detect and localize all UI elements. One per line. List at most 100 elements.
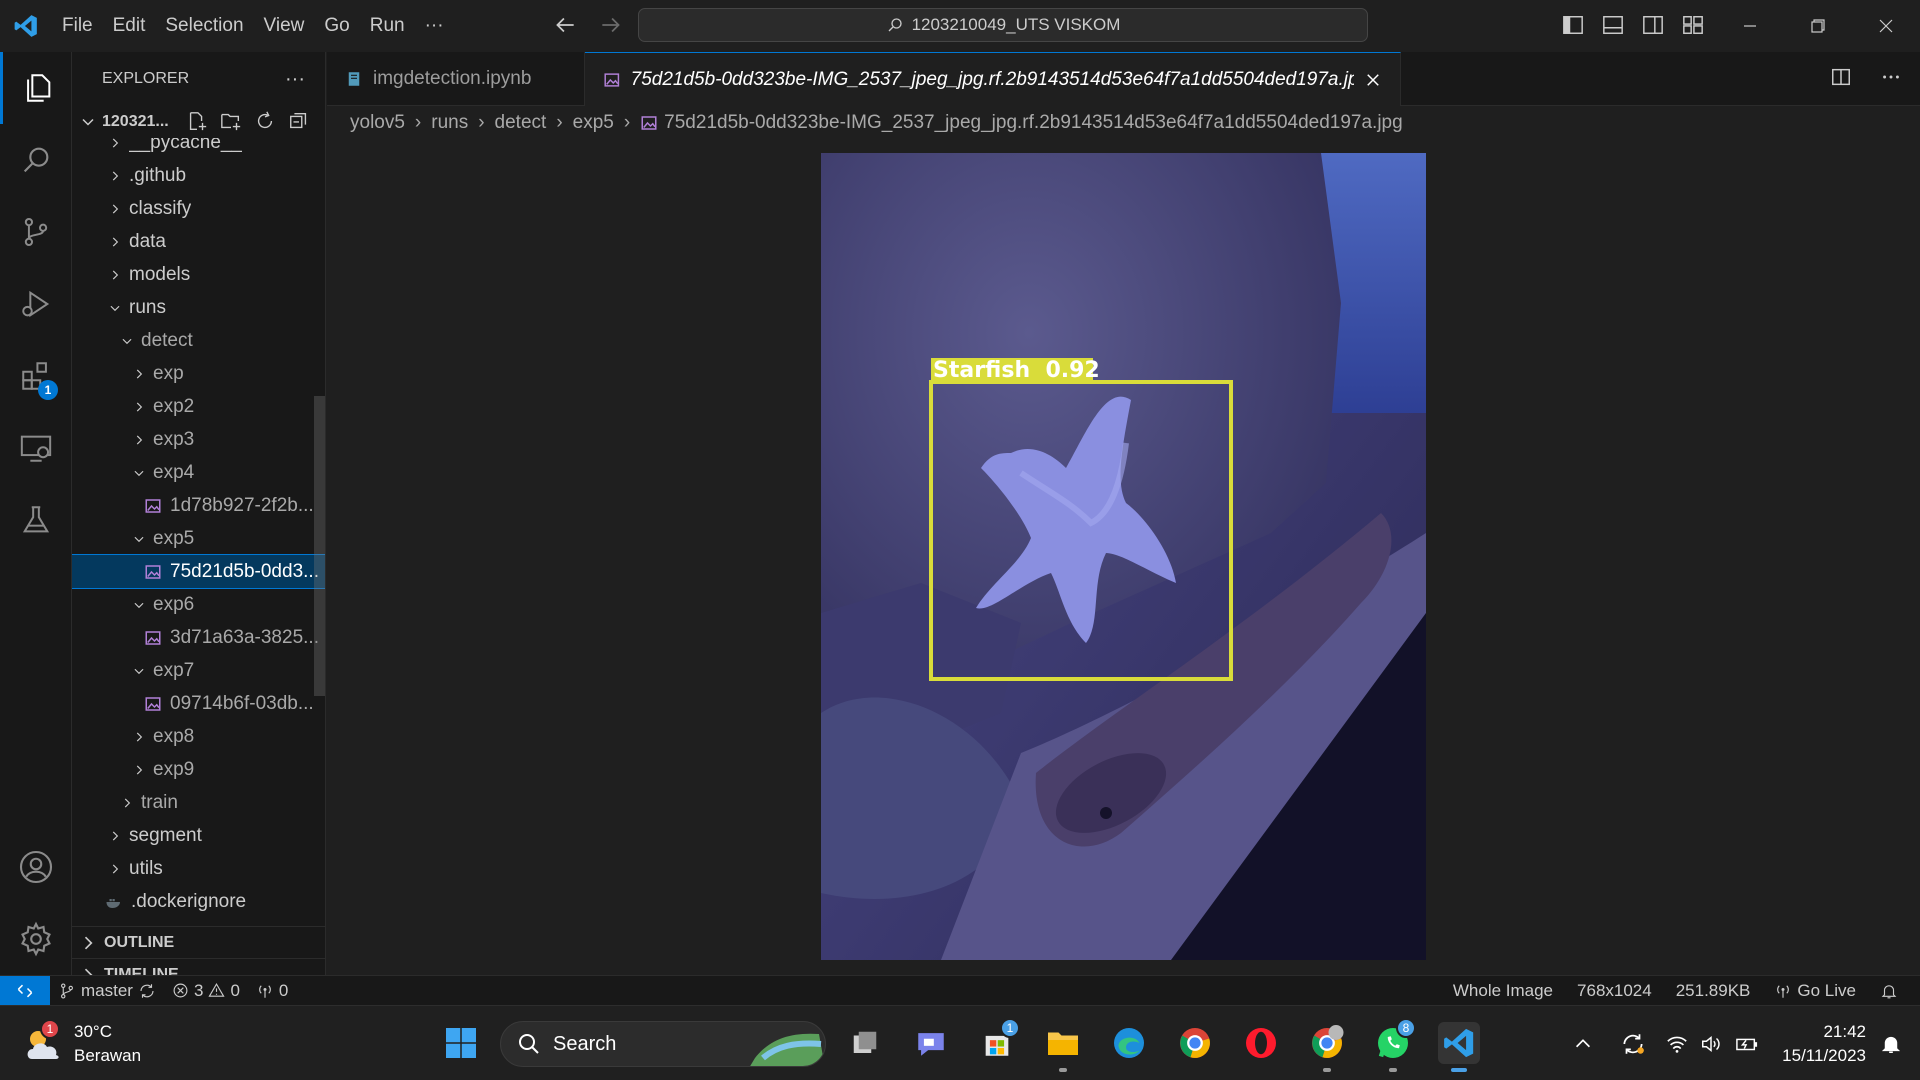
menu-more[interactable]: ···	[415, 0, 454, 52]
breadcrumb-item[interactable]: 75d21d5b-0dd323be-IMG_2537_jpeg_jpg.rf.2…	[664, 112, 1403, 134]
tree-item-detect[interactable]: detect	[72, 324, 325, 357]
ports-status[interactable]: 0	[248, 981, 296, 1001]
refresh-icon[interactable]	[254, 110, 276, 132]
search-icon	[23, 147, 49, 173]
tree-item-github[interactable]: .github	[72, 159, 325, 192]
toggle-secondary-sidebar-icon[interactable]	[1642, 14, 1664, 36]
minimize-button[interactable]	[1716, 0, 1784, 52]
tree-item-image-file-selected[interactable]: 75d21d5b-0dd3...	[72, 554, 325, 589]
file-explorer-button[interactable]	[1042, 1022, 1084, 1072]
toggle-primary-sidebar-icon[interactable]	[1562, 14, 1584, 36]
weather-widget[interactable]: 1 30°C Berawan	[22, 1019, 141, 1068]
tree-item-runs[interactable]: runs	[72, 291, 325, 324]
tree-item-exp9[interactable]: exp9	[72, 753, 325, 786]
breadcrumb-item[interactable]: exp5	[573, 112, 614, 134]
taskbar-search[interactable]: Search	[500, 1021, 826, 1067]
chevron-up-icon[interactable]	[1572, 1033, 1594, 1055]
tree-item-train[interactable]: train	[72, 786, 325, 819]
more-actions-icon[interactable]	[1880, 66, 1902, 88]
task-view-button[interactable]	[844, 1022, 886, 1064]
microsoft-store-button[interactable]: 1	[976, 1018, 1020, 1064]
tab-image-file[interactable]: 75d21d5b-0dd323be-IMG_2537_jpeg_jpg.rf.2…	[585, 52, 1401, 106]
tree-item-exp8[interactable]: exp8	[72, 720, 325, 753]
zoom-status[interactable]: Whole Image	[1441, 981, 1565, 1001]
breadcrumb-item[interactable]: yolov5	[350, 112, 405, 134]
tree-item-exp6[interactable]: exp6	[72, 588, 325, 621]
forward-arrow-icon[interactable]	[598, 12, 624, 38]
tree-item-exp4[interactable]: exp4	[72, 456, 325, 489]
tree-item-dockerignore[interactable]: .dockerignore	[72, 885, 325, 918]
tree-item-utils[interactable]: utils	[72, 852, 325, 885]
sidebar-scrollbar[interactable]	[314, 396, 325, 696]
activity-search[interactable]	[0, 124, 72, 196]
notifications-button[interactable]	[1868, 982, 1910, 1000]
activity-explorer[interactable]	[0, 52, 72, 124]
menu-go[interactable]: Go	[314, 0, 359, 52]
clock[interactable]: 21:42 15/11/2023	[1782, 1020, 1880, 1068]
new-file-icon[interactable]	[186, 110, 208, 132]
tree-item-image-file[interactable]: 09714b6f-03db...	[72, 687, 325, 720]
new-folder-icon[interactable]	[220, 110, 242, 132]
image-preview[interactable]: Starfish 0.92	[821, 153, 1426, 960]
menu-view[interactable]: View	[254, 0, 315, 52]
outline-section[interactable]: OUTLINE	[72, 926, 325, 958]
tree-item-exp5[interactable]: exp5	[72, 522, 325, 555]
toggle-panel-icon[interactable]	[1602, 14, 1624, 36]
activity-accounts[interactable]	[0, 831, 72, 903]
problems-status[interactable]: 3 0	[164, 981, 248, 1001]
chrome-browser-button[interactable]	[1174, 1022, 1216, 1064]
customize-layout-icon[interactable]	[1682, 14, 1704, 36]
activity-source-control[interactable]	[0, 196, 72, 268]
close-icon[interactable]	[1364, 71, 1382, 89]
chrome-profile-button[interactable]	[1306, 1022, 1348, 1072]
remote-indicator[interactable]	[0, 975, 50, 1006]
activity-manage[interactable]	[0, 903, 72, 975]
sync-tray-icon[interactable]	[1620, 1031, 1646, 1057]
tree-item-models[interactable]: models	[72, 258, 325, 291]
timeline-section[interactable]: TIMELINE	[72, 958, 325, 975]
command-center-search[interactable]: 1203210049_UTS VISKOM	[638, 8, 1368, 42]
activity-testing[interactable]	[0, 484, 72, 556]
tree-item-exp7[interactable]: exp7	[72, 654, 325, 687]
whatsapp-button[interactable]: 8	[1372, 1018, 1416, 1072]
vscode-taskbar-button[interactable]	[1438, 1022, 1480, 1072]
edge-browser-button[interactable]	[1108, 1022, 1150, 1064]
opera-browser-button[interactable]	[1240, 1022, 1282, 1064]
sync-icon[interactable]	[138, 982, 156, 1000]
menu-edit[interactable]: Edit	[103, 0, 156, 52]
go-live-button[interactable]: Go Live	[1762, 981, 1868, 1001]
tree-item-exp3[interactable]: exp3	[72, 423, 325, 456]
tree-item-image-file[interactable]: 1d78b927-2f2b...	[72, 489, 325, 522]
menu-file[interactable]: File	[52, 0, 103, 52]
breadcrumb-item[interactable]: detect	[495, 112, 547, 134]
back-arrow-icon[interactable]	[552, 12, 578, 38]
breadcrumb-separator: ›	[478, 112, 485, 133]
breadcrumb-item[interactable]: runs	[431, 112, 468, 134]
activity-run-debug[interactable]	[0, 268, 72, 340]
wifi-icon[interactable]	[1666, 1033, 1688, 1055]
activity-remote-explorer[interactable]	[0, 412, 72, 484]
tree-item-pycache[interactable]: __pycache__	[72, 138, 325, 159]
menu-run[interactable]: Run	[360, 0, 415, 52]
tree-item-exp[interactable]: exp	[72, 357, 325, 390]
workspace-folder-header[interactable]: 120321...	[72, 106, 325, 138]
tree-item-exp2[interactable]: exp2	[72, 390, 325, 423]
tree-item-segment[interactable]: segment	[72, 819, 325, 852]
restore-button[interactable]	[1784, 0, 1852, 52]
battery-charging-icon[interactable]	[1734, 1033, 1760, 1055]
teams-chat-button[interactable]	[910, 1022, 952, 1064]
close-button[interactable]	[1852, 0, 1920, 52]
notification-bell-icon[interactable]	[1880, 1033, 1902, 1055]
tree-item-data[interactable]: data	[72, 225, 325, 258]
menu-selection[interactable]: Selection	[155, 0, 253, 52]
explorer-more-button[interactable]: ···	[285, 68, 305, 91]
tab-imgdetection-notebook[interactable]: imgdetection.ipynb	[327, 52, 585, 106]
volume-icon[interactable]	[1700, 1033, 1722, 1055]
tree-item-image-file[interactable]: 3d71a63a-3825...	[72, 621, 325, 654]
tree-item-classify[interactable]: classify	[72, 192, 325, 225]
activity-extensions[interactable]: 1	[0, 340, 72, 412]
split-editor-icon[interactable]	[1830, 66, 1852, 88]
collapse-all-icon[interactable]	[288, 110, 310, 132]
start-button[interactable]	[440, 1022, 482, 1064]
branch-status[interactable]: master	[50, 981, 164, 1001]
